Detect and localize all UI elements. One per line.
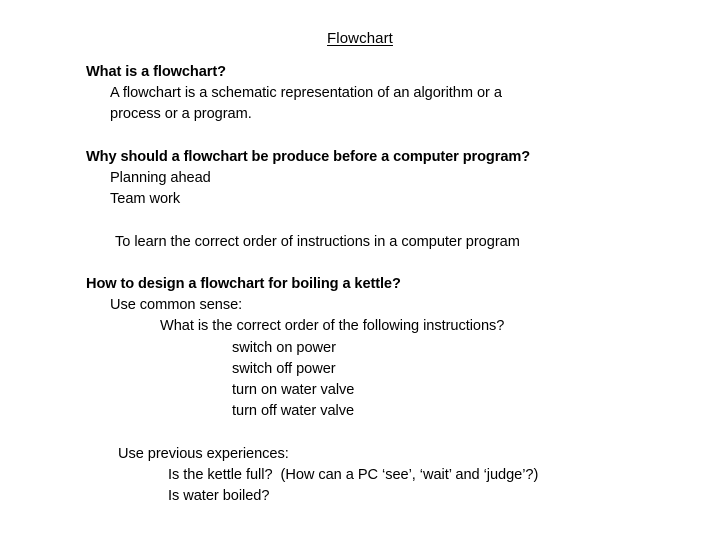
body-line-use-common-sense: Use common sense: xyxy=(110,297,243,314)
body-line-definition-1: A flowchart is a schematic representatio… xyxy=(110,85,502,102)
instruction-item-turn-off-water-valve: turn off water valve xyxy=(232,403,355,420)
body-line-is-kettle-full: Is the kettle full? (How can a PC ‘see’,… xyxy=(168,466,539,483)
instruction-item-switch-off-power: switch off power xyxy=(232,360,336,377)
instruction-item-turn-on-water-valve: turn on water valve xyxy=(232,382,355,398)
section-heading-why-produce-flowchart: Why should a flowchart be produce before… xyxy=(86,148,531,165)
slide-body: What is a flowchart? A flowchart is a sc… xyxy=(86,62,706,507)
body-line-definition-2: process or a program. xyxy=(110,106,252,123)
body-line-team-work: Team work xyxy=(110,191,181,208)
instruction-item-switch-on-power: switch on power xyxy=(232,339,336,356)
body-line-is-water-boiled: Is water boiled? xyxy=(168,488,270,504)
section-heading-what-is-a-flowchart: What is a flowchart? xyxy=(86,64,226,80)
body-line-planning-ahead: Planning ahead xyxy=(110,170,211,186)
body-line-correct-order-question: What is the correct order of the followi… xyxy=(160,318,505,335)
body-line-learn-correct-order: To learn the correct order of instructio… xyxy=(115,233,520,250)
body-line-use-previous-experiences: Use previous experiences: xyxy=(118,445,289,462)
slide-canvas: Flowchart What is a flowchart? A flowcha… xyxy=(0,0,720,540)
page-title: Flowchart xyxy=(327,30,393,47)
section-heading-how-to-design-flowchart: How to design a flowchart for boiling a … xyxy=(86,275,401,292)
